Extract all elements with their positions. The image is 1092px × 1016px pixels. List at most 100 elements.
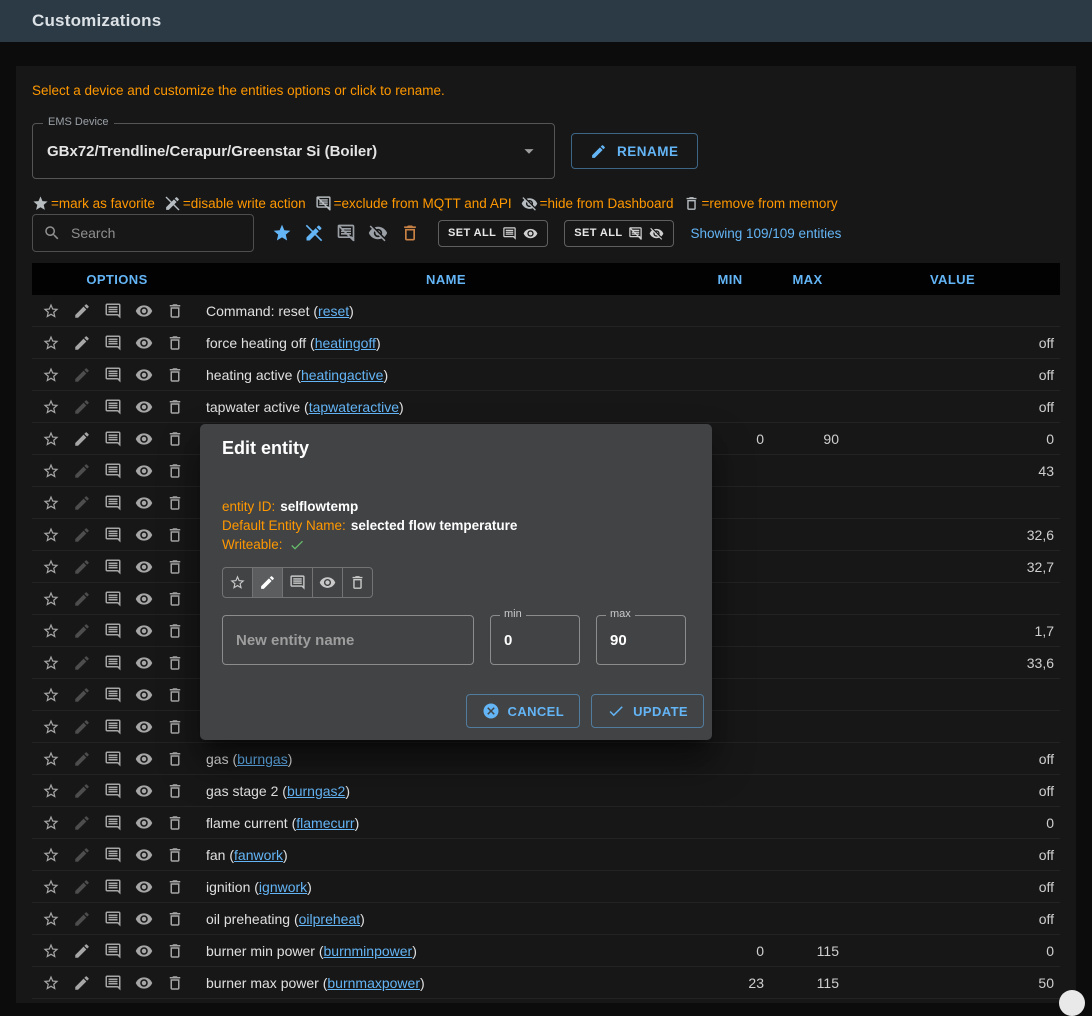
visibility-toggle[interactable] bbox=[133, 652, 155, 674]
favorite-toggle[interactable] bbox=[40, 588, 62, 610]
delete-toggle[interactable] bbox=[164, 492, 186, 514]
visibility-toggle[interactable] bbox=[312, 567, 343, 598]
visibility-toggle[interactable] bbox=[133, 364, 155, 386]
delete-toggle[interactable] bbox=[164, 780, 186, 802]
favorite-toggle[interactable] bbox=[40, 300, 62, 322]
edit-entity-button[interactable] bbox=[71, 844, 93, 866]
favorite-toggle[interactable] bbox=[40, 524, 62, 546]
favorite-toggle[interactable] bbox=[222, 567, 253, 598]
visibility-toggle[interactable] bbox=[133, 588, 155, 610]
favorite-toggle[interactable] bbox=[40, 812, 62, 834]
entity-shortname-link[interactable]: reset bbox=[318, 303, 349, 319]
entity-shortname-link[interactable]: burnmaxpower bbox=[327, 975, 420, 991]
mqtt-exclude-toggle[interactable] bbox=[102, 844, 124, 866]
visibility-toggle[interactable] bbox=[133, 396, 155, 418]
visibility-toggle[interactable] bbox=[133, 716, 155, 738]
delete-toggle[interactable] bbox=[164, 716, 186, 738]
device-select[interactable]: EMS Device GBx72/Trendline/Cerapur/Green… bbox=[32, 123, 555, 179]
edit-entity-button[interactable] bbox=[71, 684, 93, 706]
mqtt-exclude-toggle[interactable] bbox=[282, 567, 313, 598]
edit-entity-button[interactable] bbox=[71, 716, 93, 738]
edit-entity-button[interactable] bbox=[71, 460, 93, 482]
mqtt-exclude-toggle[interactable] bbox=[102, 300, 124, 322]
set-all-hide-button[interactable]: SET ALL bbox=[564, 220, 674, 247]
edit-entity-button[interactable] bbox=[71, 492, 93, 514]
favorite-toggle[interactable] bbox=[40, 556, 62, 578]
mqtt-exclude-toggle[interactable] bbox=[102, 588, 124, 610]
mqtt-exclude-toggle[interactable] bbox=[102, 876, 124, 898]
visibility-toggle[interactable] bbox=[133, 684, 155, 706]
edit-entity-button[interactable] bbox=[71, 428, 93, 450]
delete-toggle[interactable] bbox=[164, 940, 186, 962]
mqtt-exclude-toggle[interactable] bbox=[102, 492, 124, 514]
entity-shortname-link[interactable]: burnminpower bbox=[324, 943, 413, 959]
mqtt-exclude-toggle[interactable] bbox=[102, 972, 124, 994]
rename-button[interactable]: RENAME bbox=[571, 133, 698, 169]
visibility-toggle[interactable] bbox=[133, 524, 155, 546]
edit-entity-button[interactable] bbox=[71, 972, 93, 994]
favorite-toggle[interactable] bbox=[40, 332, 62, 354]
delete-toggle[interactable] bbox=[164, 844, 186, 866]
mqtt-exclude-toggle[interactable] bbox=[102, 716, 124, 738]
min-input[interactable] bbox=[491, 632, 579, 649]
entity-shortname-link[interactable]: heatingactive bbox=[301, 367, 384, 383]
mqtt-exclude-toggle[interactable] bbox=[102, 908, 124, 930]
mqtt-exclude-toggle[interactable] bbox=[102, 812, 124, 834]
mqtt-exclude-toggle[interactable] bbox=[102, 620, 124, 642]
favorite-toggle[interactable] bbox=[40, 492, 62, 514]
favorite-toggle[interactable] bbox=[40, 876, 62, 898]
visibility-toggle[interactable] bbox=[133, 428, 155, 450]
visibility-toggle[interactable] bbox=[133, 748, 155, 770]
visibility-toggle[interactable] bbox=[133, 972, 155, 994]
delete-toggle[interactable] bbox=[164, 396, 186, 418]
entity-shortname-link[interactable]: ignwork bbox=[259, 879, 307, 895]
edit-entity-button[interactable] bbox=[71, 876, 93, 898]
cancel-button[interactable]: CANCEL bbox=[466, 694, 581, 728]
favorite-toggle[interactable] bbox=[40, 460, 62, 482]
write-toggle[interactable] bbox=[252, 567, 283, 598]
edit-entity-button[interactable] bbox=[71, 556, 93, 578]
edit-entity-button[interactable] bbox=[71, 332, 93, 354]
visibility-toggle[interactable] bbox=[133, 492, 155, 514]
filter-comment-off-button[interactable] bbox=[334, 221, 358, 245]
entity-shortname-link[interactable]: burngas bbox=[237, 751, 288, 767]
delete-toggle[interactable] bbox=[164, 524, 186, 546]
filter-edit-off-button[interactable] bbox=[302, 221, 326, 245]
delete-toggle[interactable] bbox=[164, 876, 186, 898]
delete-toggle[interactable] bbox=[164, 620, 186, 642]
delete-toggle[interactable] bbox=[164, 300, 186, 322]
edit-entity-button[interactable] bbox=[71, 652, 93, 674]
set-all-show-button[interactable]: SET ALL bbox=[438, 220, 548, 247]
edit-entity-button[interactable] bbox=[71, 908, 93, 930]
visibility-toggle[interactable] bbox=[133, 908, 155, 930]
mqtt-exclude-toggle[interactable] bbox=[102, 684, 124, 706]
search-input[interactable] bbox=[69, 224, 243, 242]
visibility-toggle[interactable] bbox=[133, 780, 155, 802]
visibility-toggle[interactable] bbox=[133, 332, 155, 354]
entity-shortname-link[interactable]: fanwork bbox=[234, 847, 283, 863]
mqtt-exclude-toggle[interactable] bbox=[102, 748, 124, 770]
edit-entity-button[interactable] bbox=[71, 780, 93, 802]
delete-toggle[interactable] bbox=[164, 556, 186, 578]
update-button[interactable]: UPDATE bbox=[591, 694, 704, 728]
edit-entity-button[interactable] bbox=[71, 748, 93, 770]
entity-shortname-link[interactable]: oilpreheat bbox=[299, 911, 361, 927]
filter-star-button[interactable] bbox=[270, 221, 294, 245]
mqtt-exclude-toggle[interactable] bbox=[102, 460, 124, 482]
mqtt-exclude-toggle[interactable] bbox=[102, 524, 124, 546]
entity-shortname-link[interactable]: flamecurr bbox=[296, 815, 354, 831]
entity-shortname-link[interactable]: heatingoff bbox=[315, 335, 376, 351]
mqtt-exclude-toggle[interactable] bbox=[102, 940, 124, 962]
delete-toggle[interactable] bbox=[164, 364, 186, 386]
favorite-toggle[interactable] bbox=[40, 908, 62, 930]
favorite-toggle[interactable] bbox=[40, 428, 62, 450]
edit-entity-button[interactable] bbox=[71, 364, 93, 386]
favorite-toggle[interactable] bbox=[40, 620, 62, 642]
mqtt-exclude-toggle[interactable] bbox=[102, 556, 124, 578]
delete-toggle[interactable] bbox=[164, 588, 186, 610]
delete-toggle[interactable] bbox=[164, 908, 186, 930]
visibility-toggle[interactable] bbox=[133, 940, 155, 962]
visibility-toggle[interactable] bbox=[133, 620, 155, 642]
favorite-toggle[interactable] bbox=[40, 684, 62, 706]
entity-shortname-link[interactable]: tapwateractive bbox=[309, 399, 399, 415]
